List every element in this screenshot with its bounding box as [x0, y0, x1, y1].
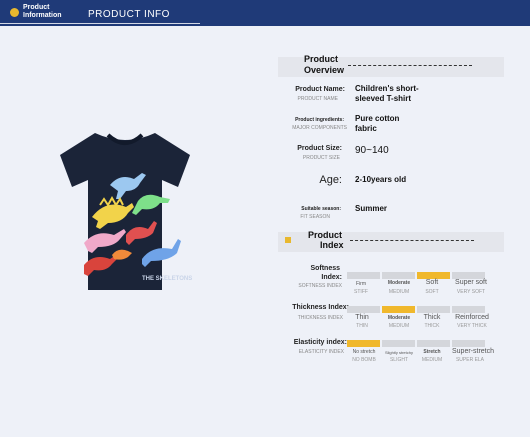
scale-option-sub: THIN [356, 323, 368, 329]
scale-sub: THICKNESS INDEX [297, 315, 343, 321]
header-label-line1: Product [23, 4, 50, 11]
overview-heading-block: Product Overview [278, 54, 504, 77]
overview-row-value: 90~140 [355, 145, 389, 156]
index-heading-block: Product Index [278, 230, 504, 252]
header-label-line2: Information [23, 12, 62, 19]
scale-option: Reinforced [455, 314, 489, 321]
scale-segment [452, 340, 485, 347]
scale-label-2: Index: [321, 274, 342, 281]
index-heading-line2: Index [320, 240, 344, 250]
scale-label: Elasticity index: [293, 339, 347, 346]
scale-segment [452, 272, 485, 279]
overview-row-sub: PRODUCT NAME [297, 96, 338, 102]
index-heading-divider [350, 240, 474, 241]
scale-option-sub: VERY SOFT [456, 289, 486, 295]
scale-segment [417, 340, 450, 347]
overview-heading-line1: Product [304, 54, 339, 64]
scale-segment-active [347, 340, 380, 347]
scale-sub: ELASTICITY INDEX [298, 349, 344, 355]
overview-row-value: Pure cotton [355, 114, 400, 123]
scale-option: Moderate [387, 280, 411, 286]
scale-segment [347, 306, 380, 313]
overview-row-label: Age: [319, 174, 342, 186]
scale-option-sub: SOFT [425, 289, 439, 295]
scale-option: Super soft [455, 279, 487, 286]
scale-label: Thickness Index: [292, 304, 349, 311]
scale-segment [452, 306, 485, 313]
scale-option-sub: NO BOMB [352, 357, 376, 363]
overview-row-sub: MAJOR COMPONENTS [292, 125, 347, 131]
overview-row-label: Product ingredients: [295, 117, 344, 123]
overview-row-sub: FIT SEASON [300, 214, 330, 220]
scale-segment [347, 272, 380, 279]
scale-option-sub: VERY THICK [457, 323, 487, 329]
overview-heading-line2: Overview [304, 65, 345, 75]
scale-option-sub: THICK [424, 323, 440, 329]
scale-option: Slightly stretchy [384, 350, 413, 355]
scale-option: Thin [355, 314, 369, 321]
scale-segment-active [417, 272, 450, 279]
print-caption: THE SKELETONS [142, 276, 192, 282]
overview-row-label: Suitable season: [301, 206, 341, 212]
scale-segment [382, 340, 415, 347]
header-bar: Product Information PRODUCT INFO [0, 0, 530, 26]
page-title: PRODUCT INFO [88, 9, 170, 20]
scale-option: Super-stretch [451, 348, 495, 355]
scale-option-sub: MEDIUM [421, 357, 443, 363]
index-heading-marker-icon [285, 237, 291, 243]
scale-option: Soft [425, 279, 439, 286]
overview-row-value-2: sleeved T-shirt [355, 94, 412, 103]
scale-option: Firm [356, 281, 366, 287]
overview-row-value: Summer [355, 204, 388, 213]
scale-option-sub: STIFF [354, 289, 368, 295]
overview-row-value-2: fabric [355, 124, 377, 133]
scale-sub: SOFTNESS INDEX [298, 283, 342, 289]
scale-option: Moderate [387, 315, 411, 321]
header-dot-icon [10, 8, 19, 17]
scale-option-sub: MEDIUM [388, 289, 410, 295]
scale-option-sub: SUPER ELA [455, 357, 485, 363]
scale-segment [382, 272, 415, 279]
overview-row-value: 2-10years old [355, 175, 407, 184]
header-divider [0, 23, 200, 24]
index-heading-line1: Product [308, 230, 343, 240]
scale-option: No stretch [352, 349, 376, 355]
scale-label: Softness [310, 265, 340, 272]
scale-segment [417, 306, 450, 313]
overview-row-label: Product Size: [297, 145, 342, 152]
scale-segment-active [382, 306, 415, 313]
scale-option-sub: SLIGHT [389, 357, 409, 363]
scale-option: Stretch [423, 349, 441, 355]
overview-heading-divider [348, 65, 472, 66]
overview-row-label: Product Name: [295, 86, 345, 93]
scale-option: Thick [423, 314, 441, 321]
overview-row-value: Children's short- [355, 84, 419, 93]
overview-row-sub: PRODUCT SIZE [302, 155, 340, 161]
tshirt-icon: THE SKELETONS [60, 133, 192, 290]
scale-option-sub: MEDIUM [388, 323, 410, 329]
